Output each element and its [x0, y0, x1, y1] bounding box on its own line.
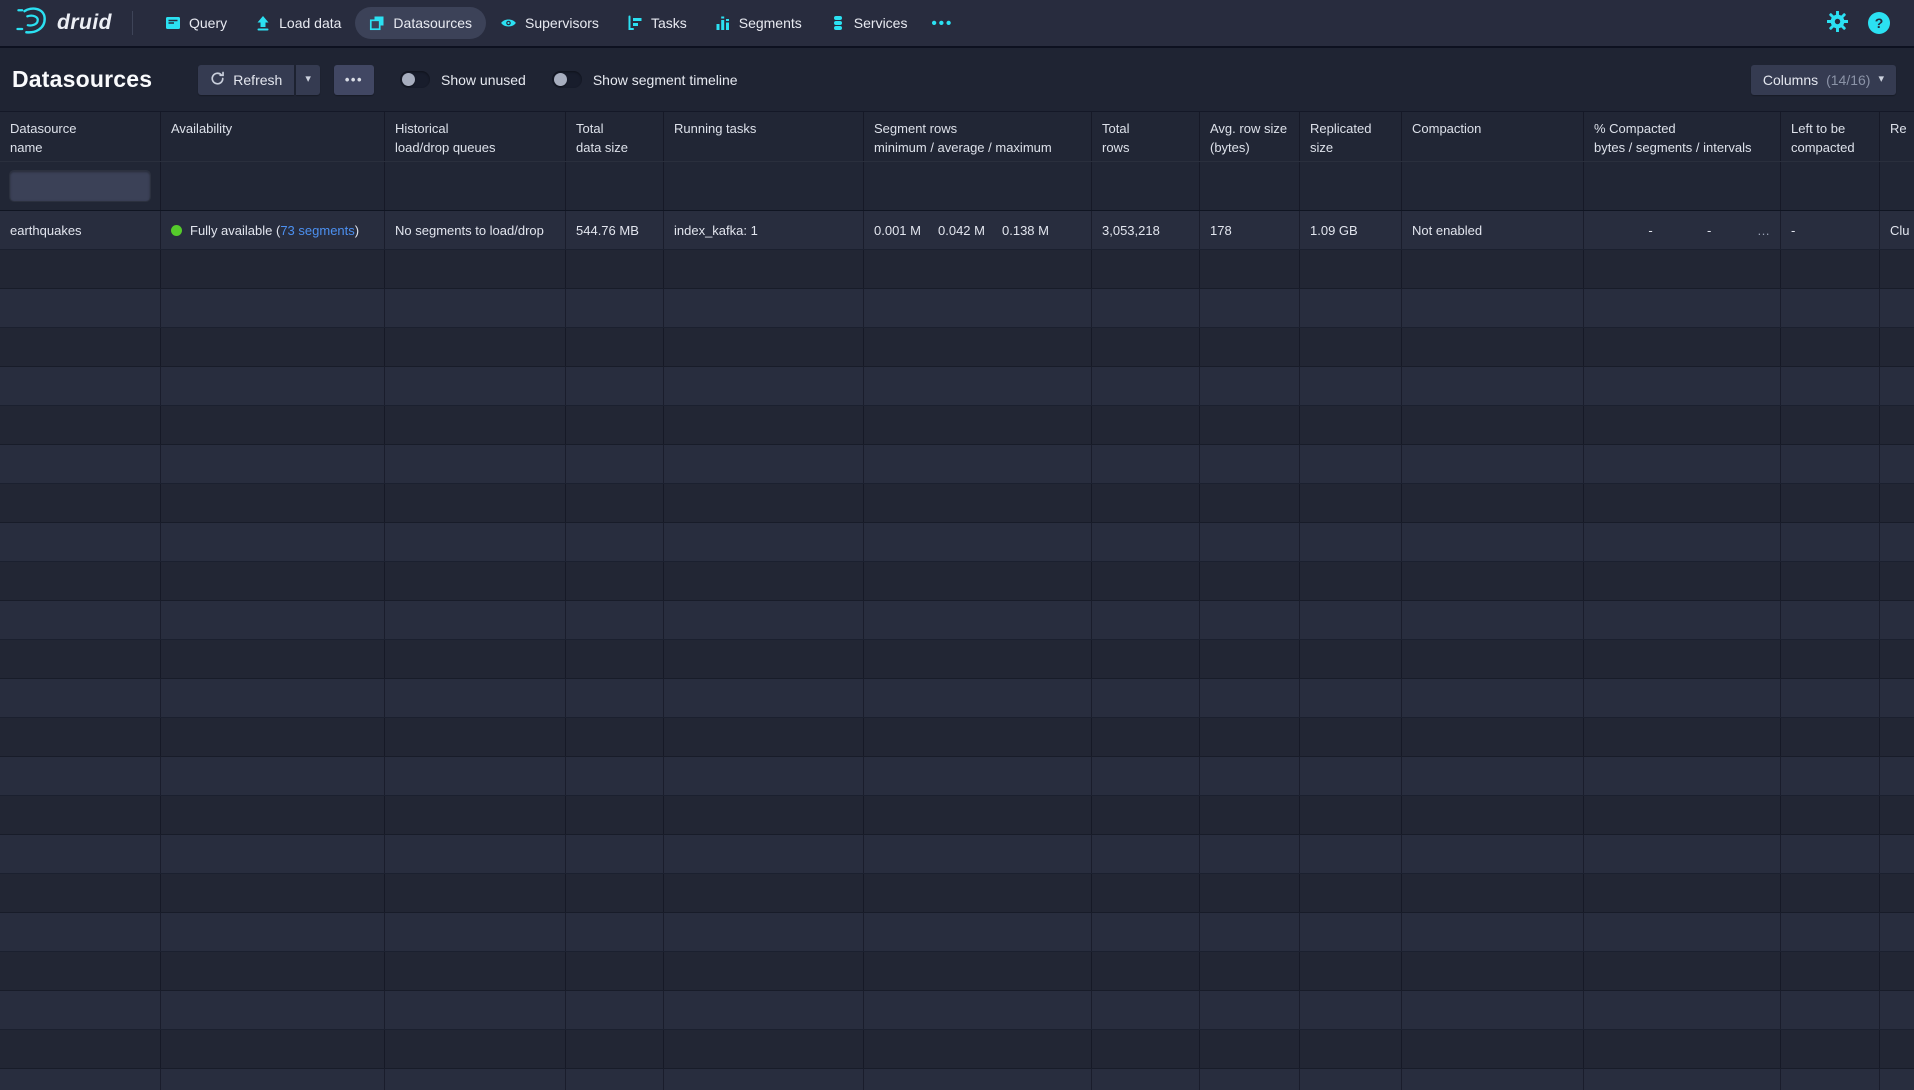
table-row-empty — [0, 952, 1914, 991]
refresh-button[interactable]: Refresh — [198, 65, 294, 95]
table-row-empty — [0, 484, 1914, 523]
column-header-total-data-size[interactable]: Totaldata size — [566, 112, 664, 161]
column-header-total-rows[interactable]: Totalrows — [1092, 112, 1200, 161]
nav-item-load-data[interactable]: Load data — [241, 7, 355, 39]
supervisors-icon — [500, 15, 517, 31]
left-to-be-compacted-cell: - — [1781, 211, 1880, 249]
table-row-empty — [0, 367, 1914, 406]
segment-rows-cell: 0.001 M 0.042 M 0.138 M — [864, 211, 1092, 249]
table-row-empty — [0, 640, 1914, 679]
table-row-empty — [0, 913, 1914, 952]
columns-count: (14/16) — [1826, 72, 1870, 88]
table-row-empty — [0, 757, 1914, 796]
refresh-dropdown-button[interactable]: ▾ — [296, 65, 320, 95]
table-row-empty — [0, 796, 1914, 835]
gear-icon — [1827, 20, 1848, 35]
column-header-historical-queues[interactable]: Historicalload/drop queues — [385, 112, 566, 161]
table-row-empty — [0, 289, 1914, 328]
table-row-empty — [0, 991, 1914, 1030]
help-icon[interactable]: ? — [1868, 12, 1890, 34]
table-row-empty — [0, 445, 1914, 484]
column-header-replicated-size[interactable]: Replicatedsize — [1300, 112, 1402, 161]
pct-compacted-cell: - - … — [1584, 211, 1781, 249]
total-data-size-cell: 544.76 MB — [566, 211, 664, 249]
nav-item-tasks[interactable]: Tasks — [613, 7, 701, 39]
toggle-track — [400, 71, 430, 88]
druid-logo-icon — [16, 6, 48, 41]
avg-row-size-cell: 178 — [1200, 211, 1300, 249]
datasource-name-filter-input[interactable] — [10, 171, 150, 201]
nav-item-segments[interactable]: Segments — [701, 7, 816, 39]
total-rows-cell: 3,053,218 — [1092, 211, 1200, 249]
column-header-pct-compacted[interactable]: % Compactedbytes / segments / intervals — [1584, 112, 1781, 161]
table-row-empty — [0, 718, 1914, 757]
show-segment-timeline-toggle[interactable]: Show segment timeline — [552, 71, 738, 88]
toggle-knob — [554, 73, 567, 86]
tasks-icon — [627, 15, 643, 31]
load-drop-cell: No segments to load/drop — [385, 211, 566, 249]
column-header-availability[interactable]: Availability — [161, 112, 385, 161]
column-header-segment-rows[interactable]: Segment rowsminimum / average / maximum — [864, 112, 1092, 161]
table-header-row: Datasourcename Availability Historicallo… — [0, 111, 1914, 161]
chevron-down-icon: ▾ — [305, 74, 311, 85]
table-row-empty — [0, 562, 1914, 601]
table-row-empty — [0, 874, 1914, 913]
table-row-empty — [0, 679, 1914, 718]
table-body: earthquakes Fully available (73 segments… — [0, 211, 1914, 1090]
table-row-empty — [0, 250, 1914, 289]
running-tasks-cell: index_kafka: 1 — [664, 211, 864, 249]
column-header-datasource-name[interactable]: Datasourcename — [0, 112, 161, 161]
druid-console: druid Query Load data Datasources S — [0, 0, 1914, 1090]
datasources-icon — [369, 15, 385, 31]
druid-logo-text: druid — [57, 11, 112, 35]
column-header-running-tasks[interactable]: Running tasks — [664, 112, 864, 161]
table-filter-row — [0, 161, 1914, 211]
retention-cell: Clu — [1880, 211, 1914, 249]
availability-cell: Fully available (73 segments) — [161, 211, 385, 249]
more-icon: ••• — [345, 72, 363, 87]
more-actions-button[interactable]: ••• — [334, 65, 374, 95]
nav-divider — [132, 11, 133, 35]
column-header-avg-row-size[interactable]: Avg. row size(bytes) — [1200, 112, 1300, 161]
nav-item-services[interactable]: Services — [816, 7, 922, 39]
datasources-table: Datasourcename Availability Historicallo… — [0, 111, 1914, 1090]
nav-item-datasources[interactable]: Datasources — [355, 7, 486, 39]
table-row-empty — [0, 1030, 1914, 1069]
refresh-icon — [210, 71, 225, 89]
replicated-size-cell: 1.09 GB — [1300, 211, 1402, 249]
datasource-name-cell: earthquakes — [0, 211, 161, 249]
status-dot-icon — [171, 225, 182, 236]
druid-logo[interactable]: druid — [16, 6, 112, 41]
table-row-empty — [0, 835, 1914, 874]
table-row-empty — [0, 523, 1914, 562]
show-unused-toggle[interactable]: Show unused — [400, 71, 526, 88]
table-row-empty — [0, 1069, 1914, 1090]
toggle-track — [552, 71, 582, 88]
table-row-empty — [0, 406, 1914, 445]
query-icon — [165, 15, 181, 31]
refresh-split-button: Refresh ▾ — [198, 65, 320, 95]
load-data-icon — [255, 15, 271, 31]
page-header: Datasources Refresh ▾ ••• Show unused — [0, 48, 1914, 111]
compaction-cell: Not enabled — [1402, 211, 1584, 249]
nav-more-button[interactable]: ••• — [921, 7, 963, 40]
chevron-down-icon: ▾ — [1878, 74, 1884, 85]
page-title: Datasources — [12, 66, 152, 93]
column-header-left-to-be-compacted[interactable]: Left to becompacted — [1781, 112, 1880, 161]
segments-icon — [715, 15, 731, 31]
nav-item-query[interactable]: Query — [151, 7, 241, 39]
columns-selector-button[interactable]: Columns (14/16) ▾ — [1751, 65, 1896, 95]
services-icon — [830, 15, 846, 31]
segments-link[interactable]: 73 segments — [280, 223, 354, 238]
column-header-retention[interactable]: Re — [1880, 112, 1914, 161]
top-nav: druid Query Load data Datasources S — [0, 0, 1914, 48]
nav-right: ? — [1827, 11, 1900, 35]
table-row-empty — [0, 601, 1914, 640]
toggle-knob — [402, 73, 415, 86]
table-row-earthquakes[interactable]: earthquakes Fully available (73 segments… — [0, 211, 1914, 250]
nav-item-supervisors[interactable]: Supervisors — [486, 7, 613, 39]
column-header-compaction[interactable]: Compaction — [1402, 112, 1584, 161]
settings-button[interactable] — [1827, 11, 1848, 35]
table-row-empty — [0, 328, 1914, 367]
